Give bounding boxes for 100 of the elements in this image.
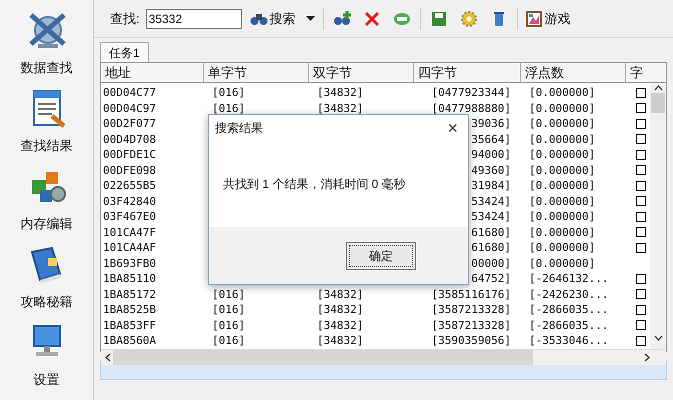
table-cell: [0.000000] xyxy=(529,117,596,130)
search-button[interactable]: 搜索 xyxy=(248,6,298,30)
table-cell: [34832] xyxy=(317,303,364,316)
table-cell: [0.000000] xyxy=(529,241,596,254)
table-cell: 31984] xyxy=(471,179,511,192)
scroll-down-icon[interactable] xyxy=(654,334,662,340)
table-cell: [-2426230... xyxy=(529,288,608,300)
scroll-thumb[interactable] xyxy=(651,93,665,113)
caret-icon xyxy=(306,16,315,21)
table-cell: [-2866035... xyxy=(529,318,608,332)
table-cell: 00D04C97 xyxy=(103,102,156,114)
vertical-scrollbar[interactable] xyxy=(650,83,666,348)
checkbox[interactable] xyxy=(636,336,646,346)
tab[interactable]: 任务1 xyxy=(100,42,149,62)
checkbox[interactable] xyxy=(636,196,646,206)
table-cell: [016] xyxy=(212,288,246,300)
table-cell: [3585116176] xyxy=(432,288,511,300)
table-cell: 35664] xyxy=(471,132,511,146)
checkbox[interactable] xyxy=(636,150,646,160)
column-header[interactable]: 双字节 xyxy=(309,63,414,82)
table-cell: [3587213328] xyxy=(432,318,511,332)
scroll-right-icon[interactable] xyxy=(644,352,650,362)
search-field[interactable]: 35332 xyxy=(146,8,242,28)
table-cell: [0.000000] xyxy=(529,226,596,238)
table-cell: [0.000000] xyxy=(529,164,596,176)
scroll-thumb[interactable] xyxy=(113,350,533,364)
table-cell: [34832] xyxy=(317,318,364,332)
close-button[interactable]: × xyxy=(443,119,462,137)
checkbox[interactable] xyxy=(636,103,646,114)
table-cell: 53424] xyxy=(471,194,511,208)
checkbox[interactable] xyxy=(636,165,646,176)
table-cell: 61680] xyxy=(471,241,511,254)
search-label: 查找: xyxy=(110,10,140,28)
table-cell: [-3533046... xyxy=(529,334,608,347)
checkbox[interactable] xyxy=(636,134,646,144)
column-header[interactable]: 浮点数 xyxy=(521,63,626,82)
table-cell: 101CA4AF xyxy=(103,241,156,254)
table-cell: 03F42840 xyxy=(103,194,156,208)
table-cell: 1BA85172 xyxy=(103,288,156,300)
scroll-up-icon[interactable] xyxy=(654,85,662,91)
game-button[interactable]: 游戏 xyxy=(524,6,573,30)
table-cell: [3590359056] xyxy=(432,334,511,347)
sidebar-item[interactable]: 攻略秘籍 xyxy=(2,240,92,314)
ok-button[interactable]: 确定 xyxy=(346,242,416,270)
column-header[interactable]: 单字节 xyxy=(204,63,309,82)
table-cell: 49360] xyxy=(471,164,511,176)
table-cell: [-2866035... xyxy=(529,303,608,316)
table-cell: 53424] xyxy=(471,210,511,223)
table-cell: 00D2F077 xyxy=(103,117,156,130)
table-cell: 00000] xyxy=(471,256,511,270)
table-cell: [016] xyxy=(212,102,246,114)
save-icon xyxy=(430,10,448,28)
table-cell: [34832] xyxy=(317,102,364,114)
table-cell: [3587213328] xyxy=(432,303,511,316)
column-header[interactable]: 字 xyxy=(626,63,650,82)
table-cell: 1BA8525B xyxy=(103,303,156,316)
checkbox[interactable] xyxy=(636,274,646,284)
add-binoculars-icon xyxy=(332,10,351,28)
table-cell: [0.000000] xyxy=(529,132,596,146)
table-cell: 1BA853FF xyxy=(103,318,156,332)
table-cell: [0.000000] xyxy=(529,210,596,223)
table-cell: [0.000000] xyxy=(529,102,596,114)
table-cell: 00DFE098 xyxy=(103,164,156,176)
checkbox[interactable] xyxy=(636,289,646,300)
horizontal-scrollbar[interactable] xyxy=(101,348,666,364)
checkbox[interactable] xyxy=(636,118,646,129)
checkbox[interactable] xyxy=(636,88,646,98)
table-cell: 61680] xyxy=(471,226,511,238)
picture-frame-icon xyxy=(526,10,542,26)
table-cell: [016] xyxy=(212,86,246,99)
sidebar-item[interactable]: 内存编辑 xyxy=(2,162,92,236)
dialog-message: 共找到 1 个结果，消耗时间 0 毫秒 xyxy=(223,176,406,193)
checkbox[interactable] xyxy=(636,227,646,238)
table-cell: 64752] xyxy=(471,272,511,285)
table-cell: [0.000000] xyxy=(529,194,596,208)
table-cell: [34832] xyxy=(317,288,364,300)
delete-icon xyxy=(362,10,381,28)
table-cell: 022655B5 xyxy=(103,179,156,192)
checkbox[interactable] xyxy=(636,212,646,222)
table-cell: 00D04C77 xyxy=(103,86,156,99)
binoculars-icon xyxy=(250,12,268,26)
table-cell: [0477988880] xyxy=(432,102,511,114)
sidebar-item[interactable]: 数据查找 xyxy=(2,6,92,80)
sidebar-item[interactable]: 查找结果 xyxy=(2,84,92,158)
sidebar-item[interactable]: 设置 xyxy=(2,318,92,392)
table-cell: 101CA47F xyxy=(103,226,156,238)
checkbox[interactable] xyxy=(636,180,646,191)
column-header[interactable]: 四字节 xyxy=(414,63,521,82)
table-cell: 1B693FB0 xyxy=(103,256,156,270)
table-cell: [0477923344] xyxy=(432,86,511,99)
table-cell: [0.000000] xyxy=(529,86,596,99)
scroll-left-icon[interactable] xyxy=(105,352,111,362)
table-cell: [016] xyxy=(212,334,246,347)
table-cell: 1BA85110 xyxy=(103,272,156,285)
checkbox[interactable] xyxy=(636,304,646,315)
table-cell: [016] xyxy=(212,318,246,332)
checkbox[interactable] xyxy=(636,320,646,330)
table-cell: [34832] xyxy=(317,334,364,347)
column-header[interactable]: 地址 xyxy=(101,63,204,82)
checkbox[interactable] xyxy=(636,242,646,253)
